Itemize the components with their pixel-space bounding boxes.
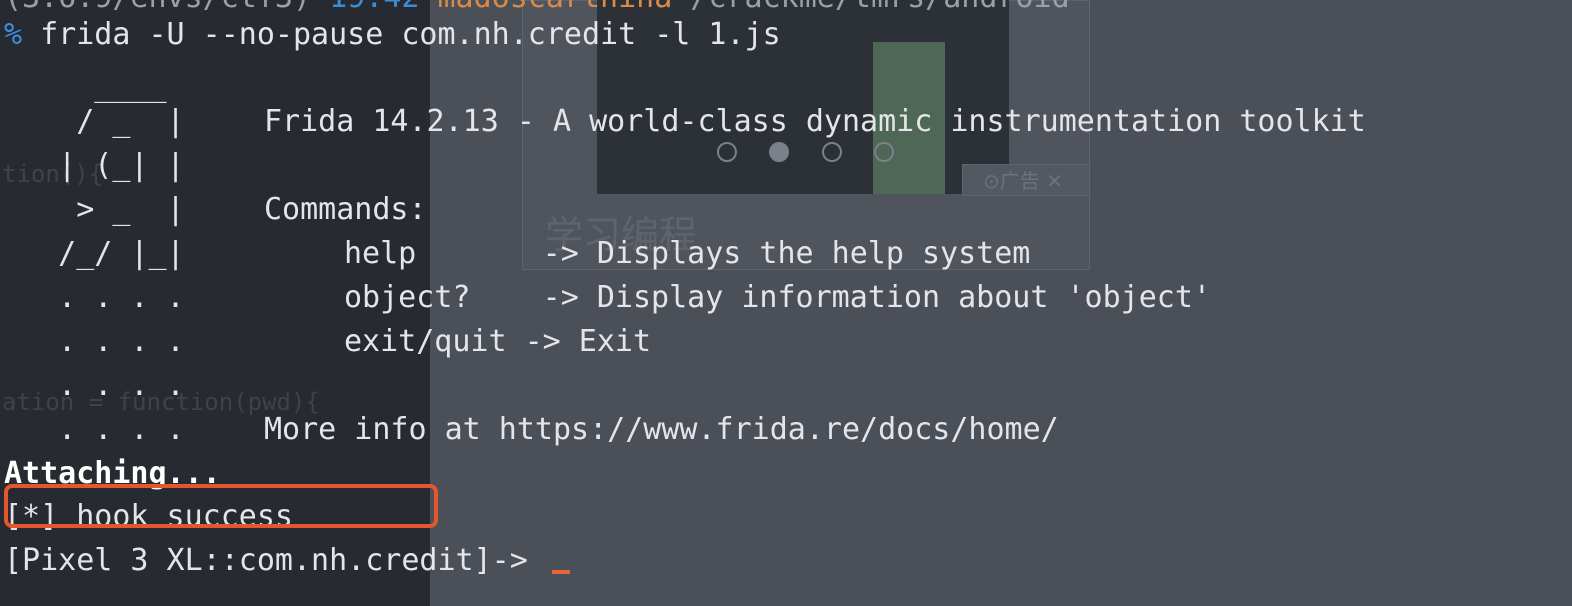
cursor <box>551 570 570 574</box>
banner-art: /_/ |_| <box>4 236 185 271</box>
command-line: % frida -U --no-pause com.nh.credit -l 1… <box>4 17 781 53</box>
command-object: object? -> Display information about 'ob… <box>344 280 1211 315</box>
banner-title: Frida 14.2.13 - A world-class dynamic in… <box>264 104 1366 139</box>
banner-art: | (_| | <box>4 148 185 183</box>
commands-title: Commands: <box>264 192 427 227</box>
more-info-text: More info at https://www.frida.re/docs/h… <box>264 412 1059 447</box>
banner-art: . . . . <box>4 368 185 403</box>
banner-art: ____ <box>4 69 167 104</box>
banner-art: . . . . <box>4 280 185 315</box>
banner-art: . . . . <box>4 324 185 359</box>
command-exit: exit/quit -> Exit <box>344 324 652 359</box>
banner-art: > _ | <box>4 192 185 227</box>
command-text: frida -U --no-pause com.nh.credit -l 1.j… <box>22 17 781 52</box>
prompt-symbol: % <box>4 17 23 52</box>
highlight-annotation <box>4 484 438 528</box>
previous-prompt-line: (3.6.9/envs/ctf3) 19:42 madoscarthina /c… <box>4 0 1070 16</box>
banner-art: . . . . <box>4 412 185 447</box>
terminal-output[interactable]: (3.6.9/envs/ctf3) 19:42 madoscarthina /c… <box>0 0 1572 606</box>
banner-art: / _ | <box>4 104 185 139</box>
repl-prompt-line[interactable]: [Pixel 3 XL::com.nh.credit]-> <box>4 543 570 579</box>
repl-prompt: [Pixel 3 XL::com.nh.credit]-> <box>4 543 546 578</box>
command-help: help -> Displays the help system <box>344 236 1031 271</box>
